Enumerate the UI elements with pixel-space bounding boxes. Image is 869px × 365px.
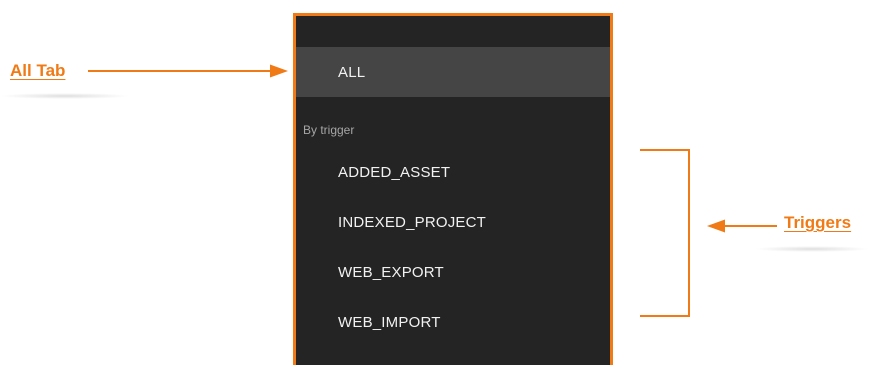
annotation-arrows (88, 64, 777, 317)
triggers-bracket (640, 149, 690, 317)
arrow-right-icon (270, 64, 288, 78)
screenshot-stage: All Tab Triggers ALL By trigger ADDED_AS… (0, 0, 869, 365)
arrow-left-icon (707, 219, 725, 233)
